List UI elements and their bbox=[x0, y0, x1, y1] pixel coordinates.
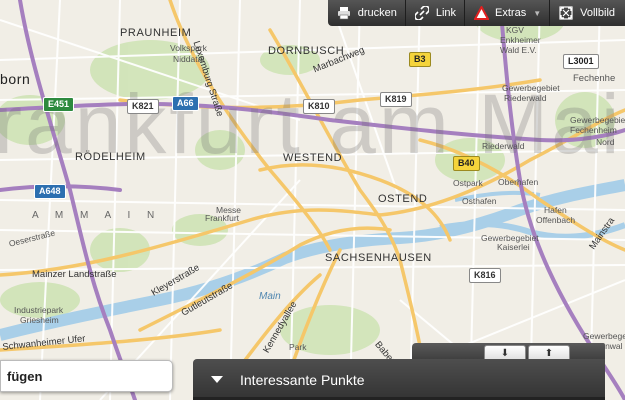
district-westend: WESTEND bbox=[283, 152, 343, 164]
extras-label: Extras bbox=[495, 7, 527, 19]
place-wald-ev: Wald E.V. bbox=[500, 45, 537, 55]
add-panel-button[interactable]: fügen bbox=[0, 360, 173, 392]
place-hafen: Hafen bbox=[544, 205, 567, 215]
place-oberhafen: Oberhafen bbox=[498, 177, 539, 187]
place-enkheimer: Enkheimer bbox=[500, 35, 541, 45]
place-gewerbegebiet-riederwald: Gewerbegebiet bbox=[502, 83, 560, 93]
road-shield-k816: K816 bbox=[469, 268, 501, 283]
road-shield-e451: E451 bbox=[43, 97, 75, 112]
road-shield-b3: B3 bbox=[409, 52, 431, 67]
district-ostend: OSTEND bbox=[378, 193, 428, 205]
link-icon bbox=[414, 5, 430, 21]
extras-menu-button[interactable]: Extras ▼ bbox=[464, 0, 549, 26]
district-roedelheim: RÖDELHEIM bbox=[75, 151, 146, 163]
arrow-down-icon: ⬇ bbox=[500, 348, 510, 359]
points-of-interest-label: Interessante Punkte bbox=[240, 371, 365, 388]
place-fechenheim-nord: Fechenheim bbox=[570, 125, 617, 135]
warning-triangle-icon bbox=[473, 5, 489, 21]
printer-icon bbox=[336, 5, 352, 21]
map-toolbar: drucken Link Extras ▼ Vollbild bbox=[327, 0, 625, 26]
place-kgv: KGV bbox=[506, 25, 524, 35]
place-osthafen: Osthafen bbox=[462, 196, 497, 206]
link-label: Link bbox=[435, 7, 457, 19]
river-label: Main bbox=[259, 291, 281, 302]
place-kaiserlei: Kaiserlei bbox=[497, 242, 530, 252]
points-of-interest-bar[interactable]: Interessante Punkte bbox=[193, 359, 605, 400]
road-shield-k819: K819 bbox=[380, 92, 412, 107]
fullscreen-icon bbox=[558, 5, 574, 21]
place-gewerbegebiet-fechenheim: Gewerbegebiet bbox=[570, 115, 625, 125]
map-canvas[interactable] bbox=[0, 0, 625, 400]
chevron-down-icon: ▼ bbox=[533, 8, 542, 18]
place-riederwald: Riederwald bbox=[482, 141, 525, 151]
river-main-label: A M M A I N bbox=[32, 210, 162, 221]
place-nord: Nord bbox=[596, 137, 615, 147]
road-shield-a648: A648 bbox=[34, 184, 66, 199]
place-gewerbegebiet-sued: Gewerbegebiet bbox=[583, 331, 625, 341]
road-shield-k810: K810 bbox=[303, 99, 335, 114]
link-button[interactable]: Link bbox=[404, 0, 464, 26]
district-praunheim: PRAUNHEIM bbox=[120, 27, 192, 39]
street-mainzer: Mainzer Landstraße bbox=[32, 269, 117, 280]
place-park: Park bbox=[289, 342, 307, 352]
road-shield-a66: A66 bbox=[172, 96, 199, 111]
place-offenbach: Offenbach bbox=[536, 215, 576, 225]
arrow-up-icon: ⬆ bbox=[544, 348, 554, 359]
place-frankfurt: Frankfurt bbox=[205, 213, 240, 223]
place-riederwald-2: Riederwald bbox=[504, 93, 547, 103]
print-button[interactable]: drucken bbox=[328, 0, 405, 26]
road-shield-l3001: L3001 bbox=[563, 54, 599, 69]
place-griesheim: Griesheim bbox=[20, 315, 59, 325]
road-shield-k821: K821 bbox=[127, 99, 159, 114]
place-fechenheim: Fechenhe bbox=[573, 73, 616, 84]
add-panel-label: fügen bbox=[7, 368, 43, 384]
print-label: drucken bbox=[357, 7, 397, 19]
road-shield-b40: B40 bbox=[453, 156, 480, 171]
fullscreen-button[interactable]: Vollbild bbox=[549, 0, 625, 26]
district-sachsenhausen: SACHSENHAUSEN bbox=[325, 252, 432, 264]
expand-triangle-icon bbox=[211, 376, 223, 383]
district-bockenheim-partial: born bbox=[0, 71, 31, 87]
fullscreen-label: Vollbild bbox=[580, 7, 615, 19]
place-industriepark: Industriepark bbox=[14, 305, 64, 315]
place-ostpark: Ostpark bbox=[453, 178, 483, 188]
